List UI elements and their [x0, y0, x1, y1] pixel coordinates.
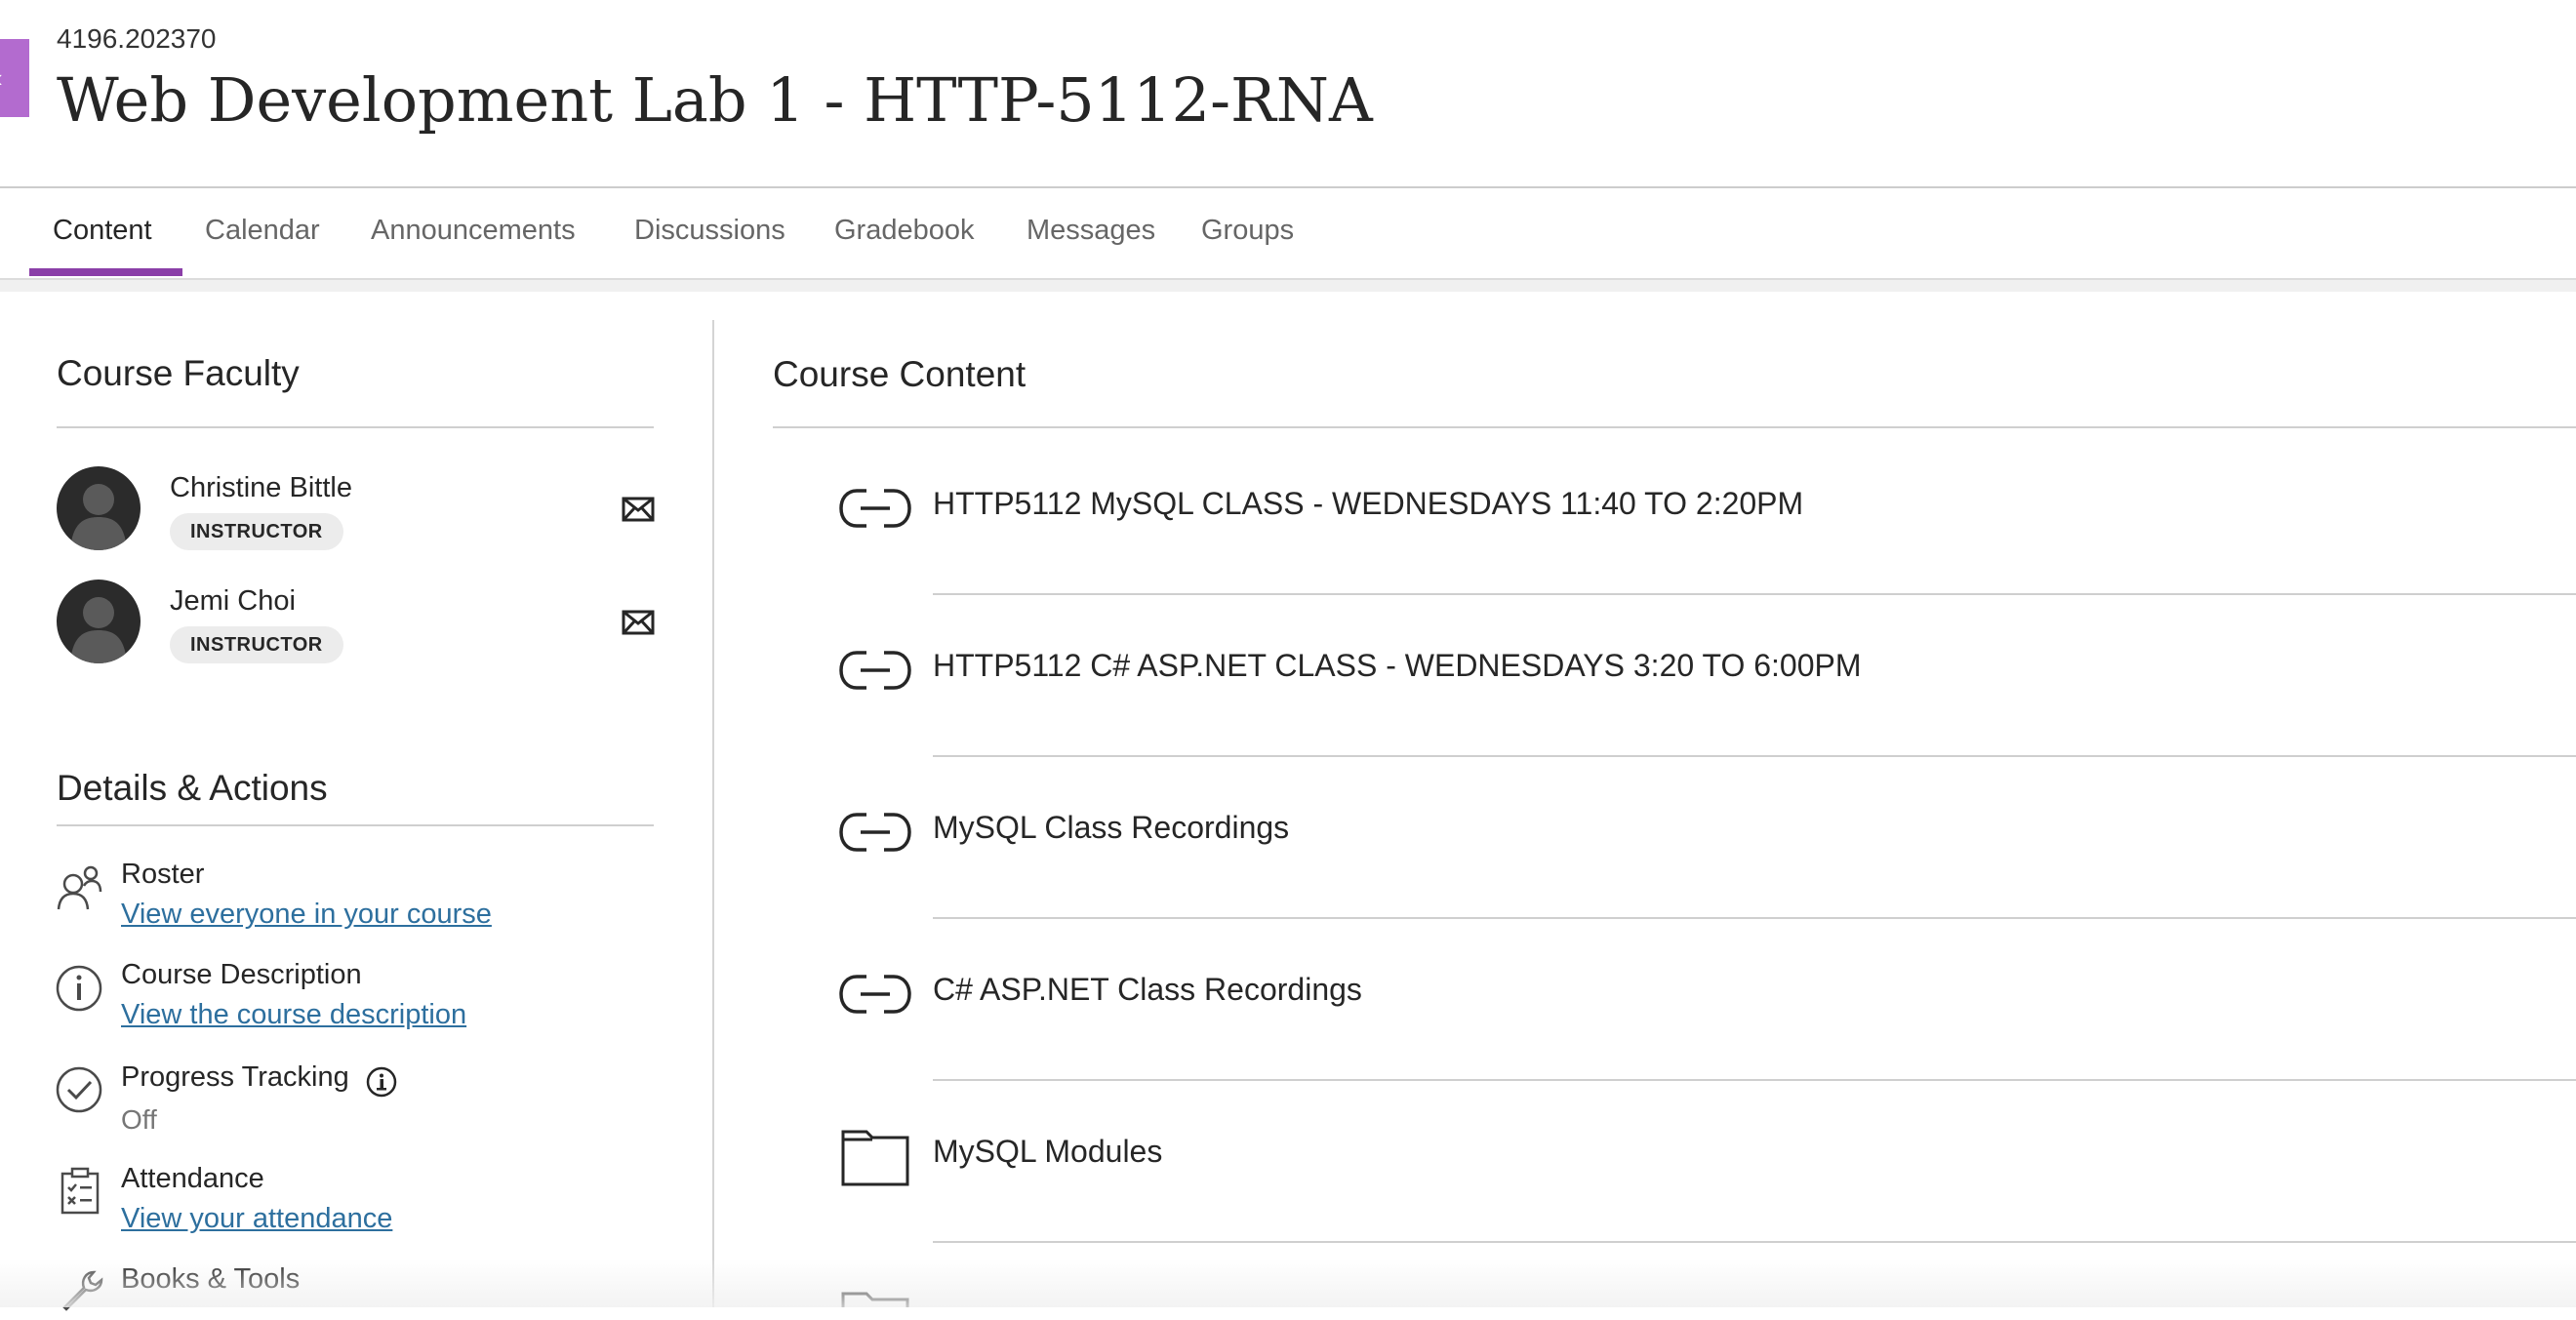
wrench-icon: [57, 1266, 105, 1315]
link-icon: [837, 485, 913, 532]
envelope-icon[interactable]: [622, 610, 655, 635]
tab-groups[interactable]: Groups: [1201, 188, 1294, 280]
course-menu-toggle[interactable]: ‹: [0, 39, 29, 117]
faculty-name[interactable]: Jemi Choi: [170, 585, 296, 618]
link-icon: [837, 647, 913, 694]
role-badge: INSTRUCTOR: [170, 626, 343, 663]
roster-link[interactable]: View everyone in your course: [121, 899, 492, 931]
folder-icon: [837, 1288, 913, 1307]
attendance-link[interactable]: View your attendance: [121, 1203, 392, 1235]
tab-announcements[interactable]: Announcements: [371, 188, 576, 280]
item-divider: [933, 1079, 2576, 1081]
tabs-shadow: [0, 280, 2576, 292]
course-content-heading: Course Content: [773, 354, 1026, 394]
column-divider: [712, 320, 714, 1307]
item-divider: [933, 1241, 2576, 1243]
link-icon: [837, 809, 913, 856]
course-header: ‹ 4196.202370 Web Development Lab 1 - HT…: [0, 0, 2576, 188]
content-item-title[interactable]: MySQL Class Recordings: [933, 810, 1289, 846]
clipboard-icon: [57, 1167, 105, 1216]
envelope-icon[interactable]: [622, 497, 655, 522]
details-actions-heading: Details & Actions: [57, 768, 328, 808]
details-divider: [57, 824, 654, 826]
avatar: [57, 466, 141, 550]
tab-gradebook[interactable]: Gradebook: [834, 188, 975, 280]
tab-calendar[interactable]: Calendar: [205, 188, 320, 280]
page-title: Web Development Lab 1 - HTTP-5112-RNA: [57, 64, 1373, 136]
course-description-link[interactable]: View the course description: [121, 999, 466, 1031]
content-item-title[interactable]: HTTP5112 C# ASP.NET CLASS - WEDNESDAYS 3…: [933, 648, 1862, 684]
item-divider: [933, 593, 2576, 595]
tab-discussions[interactable]: Discussions: [634, 188, 785, 280]
folder-icon: [837, 1126, 913, 1188]
course-faculty-heading: Course Faculty: [57, 353, 300, 393]
content-item-title[interactable]: HTTP5112 MySQL CLASS - WEDNESDAYS 11:40 …: [933, 486, 1803, 522]
checkmark-circle-icon: [55, 1065, 103, 1114]
info-icon[interactable]: [365, 1065, 398, 1099]
role-badge: INSTRUCTOR: [170, 513, 343, 550]
content-item-title[interactable]: MySQL Modules: [933, 1134, 1162, 1170]
content-item-title[interactable]: C# ASP.NET Class Recordings: [933, 972, 1362, 1008]
link-icon: [837, 971, 913, 1018]
course-tabs: Content Calendar Announcements Discussio…: [0, 188, 2576, 280]
tab-messages[interactable]: Messages: [1026, 188, 1155, 280]
info-icon: [55, 964, 103, 1013]
attendance-title: Attendance: [121, 1163, 264, 1194]
progress-tracking-value: Off: [121, 1104, 157, 1135]
roster-icon: [55, 864, 103, 913]
course-id: 4196.202370: [57, 23, 217, 54]
item-divider: [933, 755, 2576, 757]
chevron-left-icon: ‹: [0, 64, 3, 92]
course-description-title: Course Description: [121, 959, 362, 990]
books-tools-title[interactable]: Books & Tools: [121, 1263, 300, 1296]
item-divider: [933, 917, 2576, 919]
progress-tracking-title: Progress Tracking: [121, 1061, 349, 1093]
faculty-name[interactable]: Christine Bittle: [170, 472, 352, 504]
roster-title: Roster: [121, 859, 205, 890]
content-divider: [773, 426, 2576, 428]
scroll-fade: [0, 1259, 2576, 1307]
active-tab-indicator: [29, 268, 182, 276]
tab-content[interactable]: Content: [53, 188, 152, 280]
avatar: [57, 580, 141, 663]
faculty-divider: [57, 426, 654, 428]
